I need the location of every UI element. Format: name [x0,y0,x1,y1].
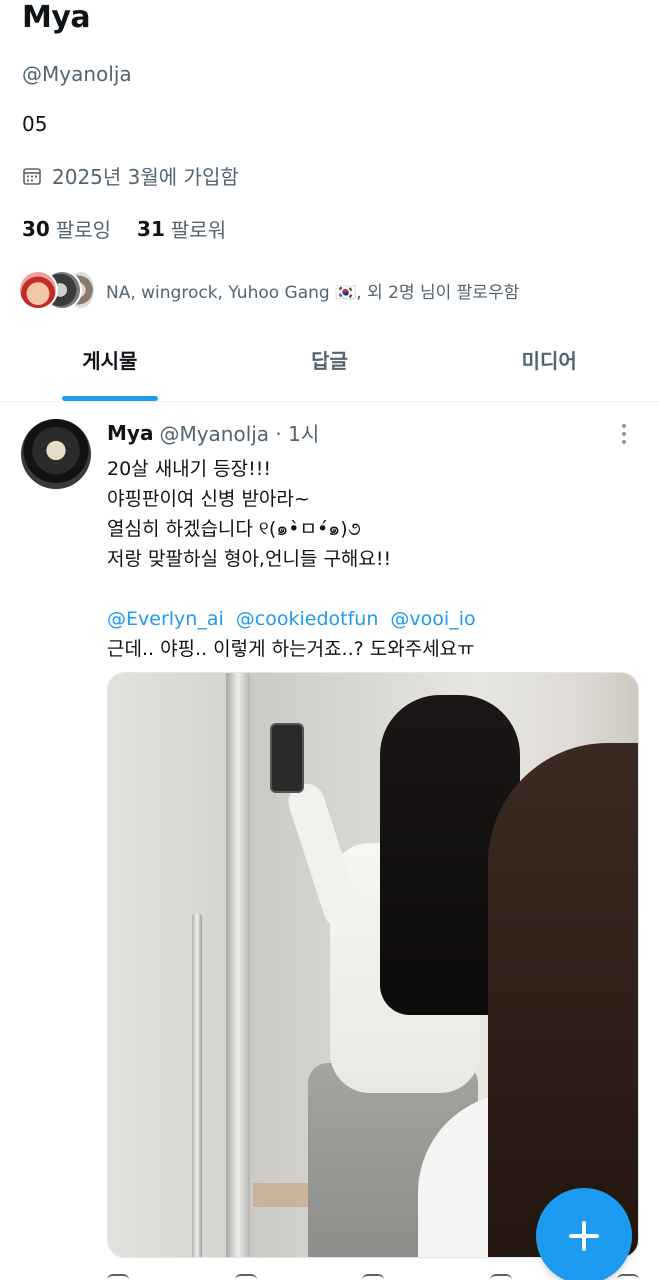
post-line: 20살 새내기 등장!!! [107,458,271,480]
views-icon[interactable] [489,1274,512,1280]
tab-media[interactable]: 미디어 [439,336,659,401]
post-line: 야핑판이여 신병 받아라~ [107,488,310,510]
post-line: 열심히 하겠습니다 ୧(๑•̀ㅁ•́๑)૭ [107,518,361,540]
post-handle-time: @Myanolja · 1시 [159,422,320,446]
profile-tabs: 게시물 답글 미디어 [0,336,659,402]
image-door-handle [192,913,202,1257]
post-image[interactable] [107,672,639,1258]
followers-label[interactable]: 팔로워 [171,214,226,243]
like-icon[interactable] [362,1274,384,1280]
tab-label: 미디어 [521,349,577,373]
avatar[interactable] [21,419,91,489]
tab-label: 게시물 [82,349,138,373]
share-icon[interactable] [617,1274,639,1280]
following-label[interactable]: 팔로잉 [56,214,111,243]
follower-avatars [18,268,98,312]
post-line: 근데.. 야핑.. 이렇게 하는거죠..? 도와주세요ㅠ [107,638,475,660]
more-icon[interactable] [620,422,628,446]
image-hair-foreground [488,743,638,1257]
joined-date: 2025년 3월에 가입함 [22,161,239,190]
tab-posts[interactable]: 게시물 [0,336,220,401]
profile-header: Mya @Myanolja 05 2025년 3월에 가입함 30 팔로잉 31… [0,0,659,336]
post-header: Mya @Myanolja · 1시 [107,418,319,447]
followers-count[interactable]: 31 [137,217,165,241]
image-phone [270,723,304,793]
post-text: 20살 새내기 등장!!! 야핑판이여 신병 받아라~ 열심히 하겠습니다 ୧(… [107,454,482,664]
post-author-name[interactable]: Mya [107,421,153,445]
profile-handle: @Myanolja [22,62,132,86]
profile-display-name: Mya [22,0,91,35]
compose-button[interactable] [536,1188,632,1280]
followed-by-text: NA, wingrock, Yuhoo Gang 🇰🇷, 외 2명 님이 팔로우… [106,282,520,303]
tab-replies[interactable]: 답글 [220,336,440,401]
repost-icon[interactable] [234,1274,257,1280]
mention-link[interactable]: @cookiedotfun [236,608,379,630]
plus-icon [582,1221,586,1251]
mention-link[interactable]: @vooi_io [390,608,475,630]
tab-label: 답글 [311,349,348,373]
post[interactable]: Mya @Myanolja · 1시 20살 새내기 등장!!! 야핑판이여 신… [0,402,659,1280]
post-line: 저랑 맞팔하실 형아,언니들 구해요!! [107,548,392,570]
reply-icon[interactable] [107,1274,129,1280]
followed-by-row[interactable]: NA, wingrock, Yuhoo Gang 🇰🇷, 외 2명 님이 팔로우… [18,268,519,312]
post-mentions: @Everlyn_ai @cookiedotfun @vooi_io [107,604,482,634]
follow-stats: 30 팔로잉 31 팔로워 [22,214,252,243]
calendar-icon [23,167,41,185]
joined-text: 2025년 3월에 가입함 [52,165,239,189]
avatar [18,270,58,310]
mention-link[interactable]: @Everlyn_ai [107,608,224,630]
image-door-edge [226,673,250,1257]
following-count[interactable]: 30 [22,217,50,241]
profile-bio: 05 [22,112,48,136]
active-tab-indicator [62,396,158,401]
